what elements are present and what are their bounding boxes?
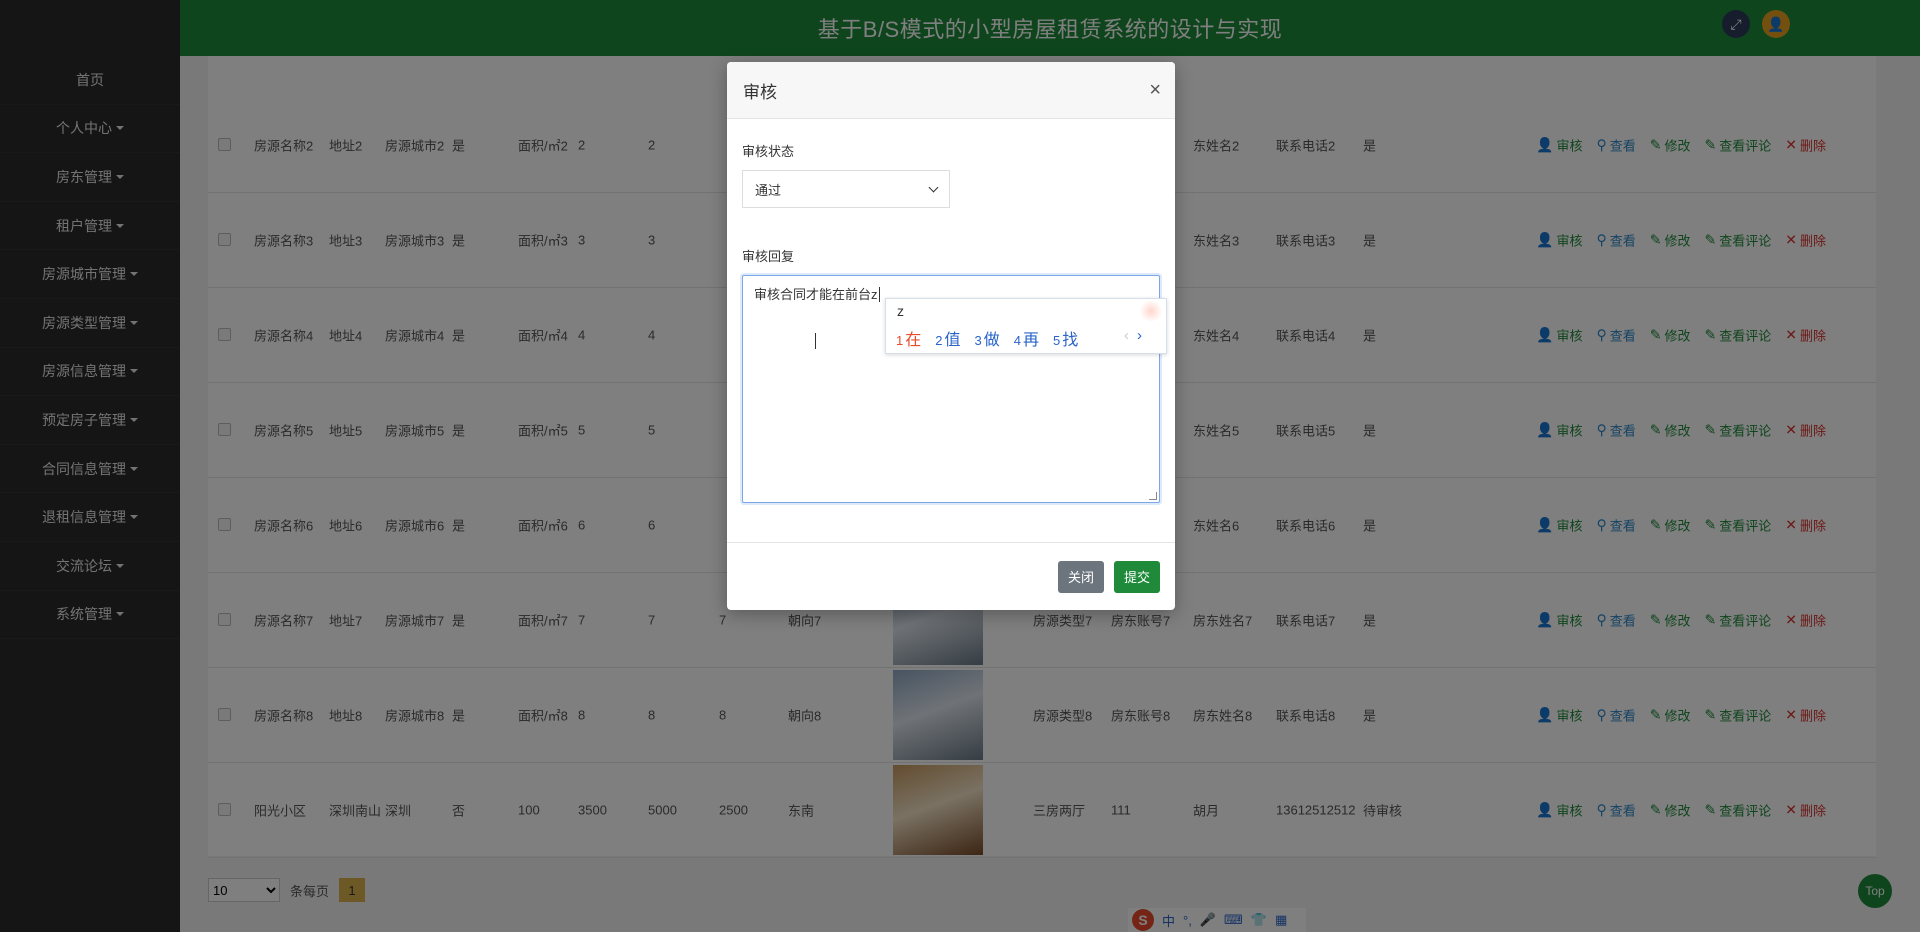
audit-status-label: 审核状态 <box>742 144 795 159</box>
ime-candidate[interactable]: 4再 <box>1014 326 1039 350</box>
ime-candidate-text: 在 <box>905 332 922 349</box>
ime-candidate[interactable]: 2值 <box>935 326 960 350</box>
chevron-left-icon[interactable]: ‹ <box>1124 327 1129 344</box>
ime-page-arrows: ‹ › <box>1124 327 1142 344</box>
audit-status-value: 通过 <box>755 182 782 198</box>
ime-candidate-number: 5 <box>1053 333 1061 348</box>
modal-title: 审核 <box>743 82 777 102</box>
submit-button[interactable]: 提交 <box>1113 560 1160 593</box>
ime-composition: z <box>897 303 904 319</box>
modal-footer: 关闭 提交 <box>727 542 1175 610</box>
resize-handle[interactable] <box>1149 492 1157 500</box>
ime-candidate-number: 2 <box>935 333 943 348</box>
ime-candidate-popup: z 1在2值3做4再5找 ‹ › <box>885 298 1167 354</box>
ime-candidate-text: 做 <box>983 332 1000 349</box>
audit-status-select[interactable]: 通过 <box>742 170 950 208</box>
close-icon[interactable]: × <box>1149 79 1161 102</box>
chevron-down-icon <box>928 182 939 192</box>
ime-candidate-number: 1 <box>896 333 904 348</box>
chevron-right-icon[interactable]: › <box>1137 327 1142 344</box>
close-button[interactable]: 关闭 <box>1057 560 1104 593</box>
mouse-ibeam-cursor <box>815 333 817 349</box>
ime-candidate[interactable]: 5找 <box>1053 326 1078 350</box>
ime-candidate[interactable]: 1在 <box>896 326 921 350</box>
sogou-brand-icon <box>1138 301 1164 321</box>
ime-candidate-number: 3 <box>974 333 982 348</box>
modal-header: 审核 × <box>727 62 1175 119</box>
audit-reply-text: 审核合同才能在前台z <box>754 287 878 302</box>
ime-candidate-text: 值 <box>944 332 961 349</box>
ime-candidate-text: 再 <box>1022 332 1039 349</box>
ime-candidate[interactable]: 3做 <box>975 326 1000 350</box>
ime-candidate-number: 4 <box>1013 333 1021 348</box>
audit-reply-label: 审核回复 <box>742 249 795 264</box>
ime-candidates: 1在2值3做4再5找 <box>896 326 1078 350</box>
ime-candidate-text: 找 <box>1062 332 1079 349</box>
